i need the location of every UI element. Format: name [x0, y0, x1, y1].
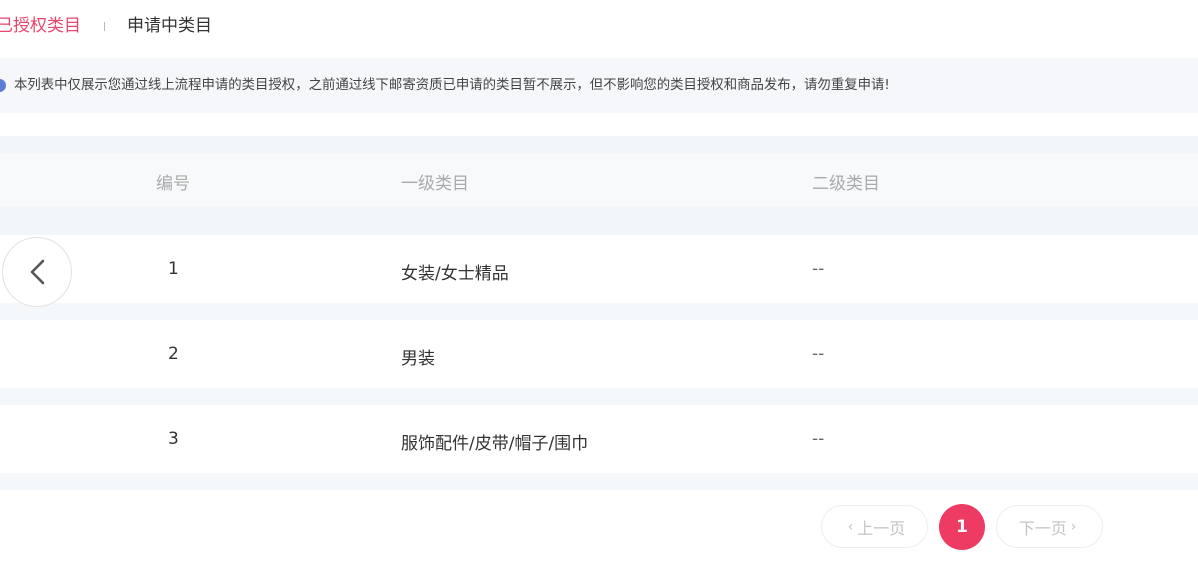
- back-button[interactable]: [2, 237, 72, 307]
- header-top-band: [0, 136, 1198, 153]
- page-number-current[interactable]: 1: [939, 503, 985, 550]
- chevron-right-small-icon: ›: [1070, 518, 1077, 535]
- column-header-level1-category: 一级类目: [401, 174, 469, 194]
- prev-page-button[interactable]: ‹ 上一页: [821, 505, 928, 548]
- row-level1-category: 男装: [401, 349, 435, 369]
- row-number: 1: [168, 259, 179, 279]
- tab-applying-categories[interactable]: 申请中类目: [127, 0, 212, 52]
- row-level2-category: --: [812, 259, 825, 279]
- row-number: 3: [168, 429, 179, 449]
- chevron-left-icon: [30, 259, 45, 285]
- notice-bar: 本列表中仅展示您通过线上流程申请的类目授权，之前通过线下邮寄资质已申请的类目暂不…: [0, 58, 1198, 113]
- chevron-left-small-icon: ‹: [847, 518, 854, 535]
- notice-text: 本列表中仅展示您通过线上流程申请的类目授权，之前通过线下邮寄资质已申请的类目暂不…: [14, 78, 890, 93]
- table-row: 1 女装/女士精品 --: [0, 235, 1198, 303]
- row-divider: [0, 388, 1198, 405]
- next-page-button[interactable]: 下一页 ›: [996, 505, 1103, 548]
- row-level1-category: 服饰配件/皮带/帽子/围巾: [401, 434, 589, 454]
- category-tabs: 已授权类目 申请中类目: [0, 0, 212, 52]
- table-row: 3 服饰配件/皮带/帽子/围巾 --: [0, 405, 1198, 473]
- row-level1-category: 女装/女士精品: [401, 264, 509, 284]
- pagination: ‹ 上一页 1 下一页 ›: [821, 503, 1103, 550]
- tab-divider: [104, 21, 105, 31]
- authorized-categories-page: 已授权类目 申请中类目 本列表中仅展示您通过线上流程申请的类目授权，之前通过线下…: [0, 0, 1198, 561]
- row-level2-category: --: [812, 344, 825, 364]
- next-page-label: 下一页: [1018, 518, 1067, 538]
- table-header: 编号 一级类目 二级类目: [0, 136, 1198, 235]
- info-icon: [0, 79, 6, 92]
- table-row: 2 男装 --: [0, 320, 1198, 388]
- row-level2-category: --: [812, 429, 825, 449]
- tab-authorized-categories[interactable]: 已授权类目: [0, 0, 81, 52]
- row-divider: [0, 473, 1198, 490]
- row-divider: [0, 303, 1198, 320]
- column-header-level2-category: 二级类目: [812, 174, 880, 194]
- row-number: 2: [168, 344, 179, 364]
- category-table: 编号 一级类目 二级类目 1 女装/女士精品 -- 2 男装 -- 3 服饰配件…: [0, 136, 1198, 490]
- column-header-number: 编号: [156, 174, 190, 194]
- prev-page-label: 上一页: [857, 518, 906, 538]
- header-bottom-band: [0, 207, 1198, 235]
